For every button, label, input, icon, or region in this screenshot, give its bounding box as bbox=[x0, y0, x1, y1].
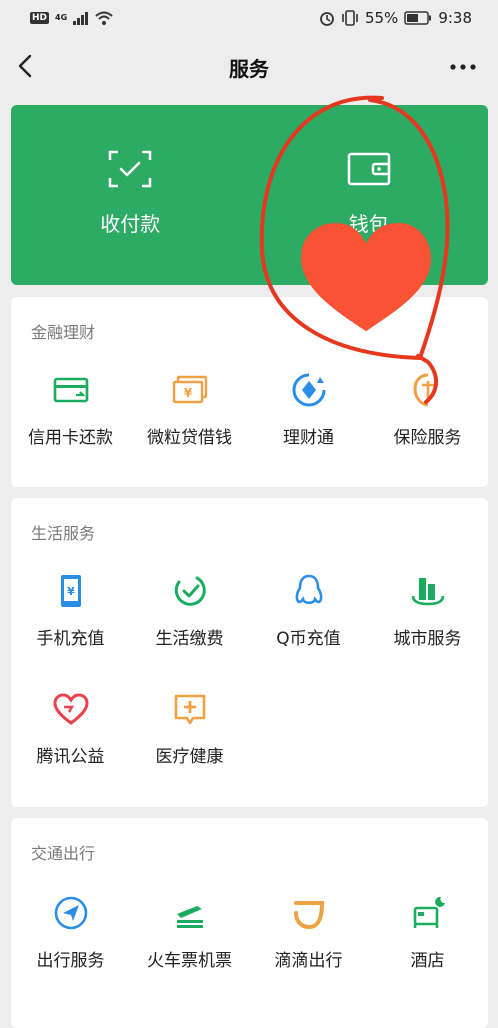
chevron-left-icon[interactable] bbox=[14, 52, 38, 80]
signal-icon bbox=[73, 11, 89, 25]
grid-label: 酒店 bbox=[410, 951, 445, 971]
wallet-label: 钱包 bbox=[348, 212, 389, 236]
wealth-item[interactable]: 理财通 bbox=[249, 371, 368, 448]
status-bar: HD 4G 55% 9:38 bbox=[0, 0, 498, 36]
section-life: 生活服务 ¥ 手机充值 生活缴费 Q币充值 城市服务 腾讯公益 医疗健康 bbox=[11, 498, 488, 807]
svg-text:¥: ¥ bbox=[183, 386, 192, 400]
grid-label: 理财通 bbox=[283, 428, 334, 448]
wifi-icon bbox=[95, 11, 113, 25]
clock-time: 9:38 bbox=[438, 9, 472, 27]
grid-label: 滴滴出行 bbox=[274, 951, 343, 971]
insurance-item[interactable]: 保险服务 bbox=[368, 371, 487, 448]
section-title: 生活服务 bbox=[31, 524, 96, 543]
wallet-icon bbox=[347, 152, 390, 186]
payment-card: 收付款 钱包 bbox=[11, 105, 488, 285]
didi-item[interactable]: 滴滴出行 bbox=[249, 894, 368, 971]
grid-label: 保险服务 bbox=[393, 428, 462, 448]
cash-icon: ¥ bbox=[172, 375, 207, 404]
phone-topup-item[interactable]: ¥ 手机充值 bbox=[11, 572, 130, 649]
grid-label: 火车票机票 bbox=[147, 951, 232, 971]
battery-icon bbox=[404, 11, 432, 25]
travel-service-item[interactable]: 出行服务 bbox=[11, 894, 130, 971]
page-title: 服务 bbox=[229, 56, 269, 81]
section-finance: 金融理财 信用卡还款 ¥ 微粒贷借钱 理财通 保险服务 bbox=[11, 297, 488, 487]
section-transport: 交通出行 出行服务 火车票机票 滴滴出行 酒店 bbox=[11, 818, 488, 1028]
wealth-icon bbox=[292, 373, 325, 407]
medical-icon bbox=[174, 694, 205, 725]
section-title: 交通出行 bbox=[31, 844, 96, 863]
pay-receive-button[interactable]: 收付款 bbox=[11, 105, 250, 285]
alarm-icon bbox=[320, 12, 334, 26]
grid-label: 信用卡还款 bbox=[28, 428, 113, 448]
medical-health-item[interactable]: 医疗健康 bbox=[130, 690, 249, 767]
grid-label: 手机充值 bbox=[36, 629, 105, 649]
section-title: 金融理财 bbox=[31, 323, 96, 342]
hotel-bed-icon bbox=[413, 896, 445, 928]
hotel-item[interactable]: 酒店 bbox=[368, 894, 487, 971]
pay-receive-label: 收付款 bbox=[100, 212, 161, 236]
status-right: 55% 9:38 bbox=[319, 9, 472, 27]
wallet-button[interactable]: 钱包 bbox=[250, 105, 489, 285]
more-dots-icon[interactable] bbox=[450, 64, 476, 70]
grid-label: Q币充值 bbox=[276, 629, 341, 649]
insurance-icon bbox=[412, 373, 434, 407]
vibrate-icon bbox=[342, 10, 358, 26]
train-flight-item[interactable]: 火车票机票 bbox=[130, 894, 249, 971]
city-service-item[interactable]: 城市服务 bbox=[368, 572, 487, 649]
micro-loan-item[interactable]: ¥ 微粒贷借钱 bbox=[130, 371, 249, 448]
phone-topup-icon: ¥ bbox=[60, 575, 81, 607]
grid-label: 出行服务 bbox=[36, 951, 105, 971]
train-icon bbox=[176, 906, 203, 928]
grid-label: 医疗健康 bbox=[155, 747, 224, 767]
qq-penguin-icon bbox=[295, 574, 322, 605]
status-left: HD 4G bbox=[30, 11, 113, 25]
charity-heart-icon bbox=[52, 693, 89, 725]
grid-label: 微粒贷借钱 bbox=[147, 428, 232, 448]
utility-payment-icon bbox=[174, 576, 206, 606]
q-coin-item[interactable]: Q币充值 bbox=[249, 572, 368, 649]
scan-check-icon bbox=[109, 150, 152, 188]
didi-icon bbox=[293, 901, 324, 930]
utility-payment-item[interactable]: 生活缴费 bbox=[130, 572, 249, 649]
credit-card-icon bbox=[53, 377, 88, 403]
battery-percent: 55% bbox=[364, 9, 399, 27]
hd-badge: HD bbox=[30, 12, 50, 24]
svg-text:¥: ¥ bbox=[67, 585, 75, 598]
credit-card-repay-item[interactable]: 信用卡还款 bbox=[11, 371, 130, 448]
city-building-icon bbox=[411, 578, 444, 606]
grid-label: 生活缴费 bbox=[155, 629, 224, 649]
network-type: 4G bbox=[55, 13, 68, 22]
nav-bar: 服务 bbox=[0, 36, 498, 98]
navigation-icon bbox=[54, 896, 87, 930]
grid-label: 腾讯公益 bbox=[36, 747, 105, 767]
tencent-charity-item[interactable]: 腾讯公益 bbox=[11, 690, 130, 767]
grid-label: 城市服务 bbox=[393, 629, 462, 649]
